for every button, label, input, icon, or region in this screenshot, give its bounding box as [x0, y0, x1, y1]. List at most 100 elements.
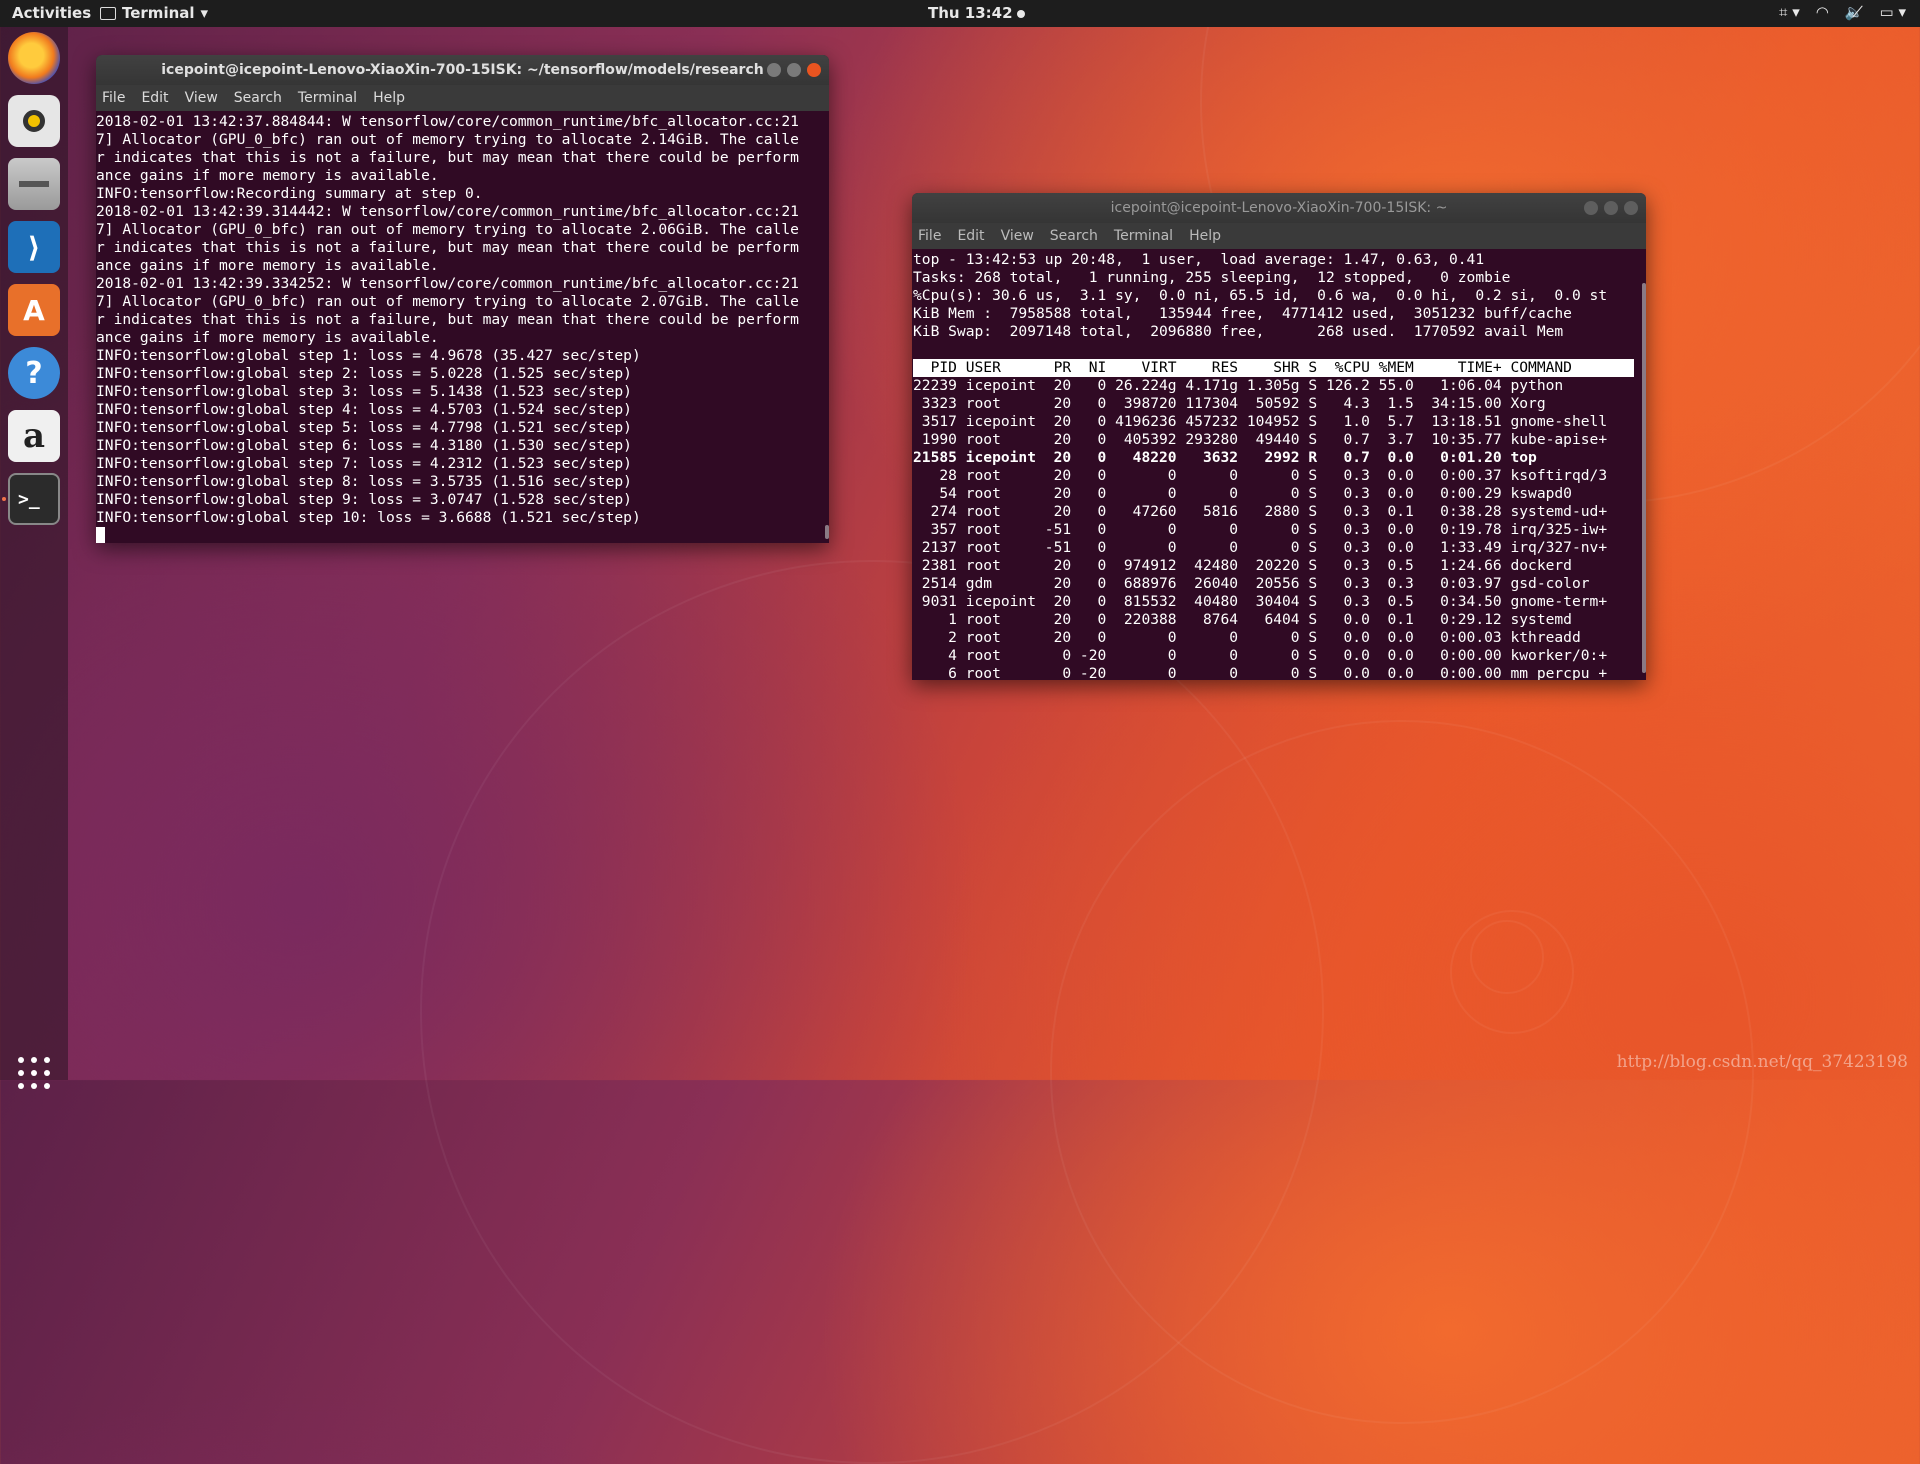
- terminal-line: 7] Allocator (GPU_0_bfc) ran out of memo…: [96, 293, 799, 310]
- volume-muted-icon[interactable]: 🔈̸: [1845, 3, 1864, 21]
- window-title: icepoint@icepoint-Lenovo-XiaoXin-700-15I…: [1110, 200, 1448, 216]
- process-row: 9031 icepoint 20 0 815532 40480 30404 S …: [913, 593, 1608, 610]
- process-row: 1990 root 20 0 405392 293280 49440 S 0.7…: [913, 431, 1608, 448]
- software-center-icon[interactable]: A: [8, 284, 60, 336]
- battery-icon[interactable]: ▭ ▾: [1880, 3, 1906, 21]
- vscode-icon[interactable]: ⟩: [8, 221, 60, 273]
- terminal-icon[interactable]: >_: [8, 473, 60, 525]
- window-title: icepoint@icepoint-Lenovo-XiaoXin-700-15I…: [161, 62, 764, 78]
- notification-dot-icon: [1016, 9, 1025, 18]
- scrollbar[interactable]: [1642, 283, 1646, 673]
- rhythmbox-icon[interactable]: [8, 95, 60, 147]
- menu-help[interactable]: Help: [373, 90, 405, 106]
- window-titlebar[interactable]: icepoint@icepoint-Lenovo-XiaoXin-700-15I…: [96, 55, 829, 85]
- terminal-output[interactable]: 2018-02-01 13:42:37.884844: W tensorflow…: [96, 111, 829, 543]
- terminal-line: 2018-02-01 13:42:39.314442: W tensorflow…: [96, 203, 799, 220]
- terminal-line: ance gains if more memory is available.: [96, 329, 439, 346]
- process-table-header: PID USER PR NI VIRT RES SHR S %CPU %MEM …: [913, 359, 1634, 377]
- terminal-line: ance gains if more memory is available.: [96, 167, 439, 184]
- minimize-icon[interactable]: [767, 63, 781, 77]
- process-row: 274 root 20 0 47260 5816 2880 S 0.3 0.1 …: [913, 503, 1608, 520]
- firefox-icon[interactable]: [8, 32, 60, 84]
- top-summary-line: %Cpu(s): 30.6 us, 3.1 sy, 0.0 ni, 65.5 i…: [913, 287, 1608, 304]
- show-applications-icon[interactable]: [18, 1057, 50, 1089]
- terminal-line: 2018-02-01 13:42:37.884844: W tensorflow…: [96, 113, 799, 130]
- files-icon[interactable]: [8, 158, 60, 210]
- top-summary-line: KiB Mem : 7958588 total, 135944 free, 47…: [913, 305, 1572, 322]
- process-row: 1 root 20 0 220388 8764 6404 S 0.0 0.1 0…: [913, 611, 1572, 628]
- maximize-icon[interactable]: [787, 63, 801, 77]
- app-menu-label: Terminal: [122, 4, 195, 22]
- process-row: 3323 root 20 0 398720 117304 50592 S 4.3…: [913, 395, 1546, 412]
- process-row: 3517 icepoint 20 0 4196236 457232 104952…: [913, 413, 1608, 430]
- speaker-glyph: [23, 110, 45, 132]
- terminal-line: INFO:tensorflow:Recording summary at ste…: [96, 185, 483, 202]
- terminal-line: INFO:tensorflow:global step 5: loss = 4.…: [96, 419, 632, 436]
- system-tray[interactable]: ⌗ ▾ ◠ 🔈̸ ▭ ▾: [1779, 3, 1906, 21]
- menu-terminal[interactable]: Terminal: [298, 90, 357, 106]
- top-bar: Activities Terminal ▾ Thu 13:42 ⌗ ▾ ◠ 🔈̸…: [0, 0, 1920, 27]
- dock: ⟩ A ? a >_: [0, 27, 68, 1089]
- close-icon[interactable]: [807, 63, 821, 77]
- window-titlebar[interactable]: icepoint@icepoint-Lenovo-XiaoXin-700-15I…: [912, 193, 1646, 223]
- top-summary-line: Tasks: 268 total, 1 running, 255 sleepin…: [913, 269, 1511, 286]
- text-cursor: [96, 527, 105, 543]
- clock-button[interactable]: Thu 13:42: [928, 4, 1025, 22]
- terminal-line: ance gains if more memory is available.: [96, 257, 439, 274]
- menu-edit[interactable]: Edit: [141, 90, 168, 106]
- terminal-line: INFO:tensorflow:global step 9: loss = 3.…: [96, 491, 632, 508]
- window-controls: [767, 63, 821, 77]
- terminal-line: INFO:tensorflow:global step 6: loss = 4.…: [96, 437, 632, 454]
- clock-label: Thu 13:42: [928, 4, 1013, 22]
- running-indicator: [2, 497, 6, 501]
- menu-file[interactable]: File: [102, 90, 125, 106]
- terminal-line: INFO:tensorflow:global step 8: loss = 3.…: [96, 473, 632, 490]
- terminal-line: r indicates that this is not a failure, …: [96, 239, 799, 256]
- process-row: 28 root 20 0 0 0 0 S 0.3 0.0 0:00.37 kso…: [913, 467, 1608, 484]
- window-controls: [1584, 201, 1638, 215]
- top-summary-line: top - 13:42:53 up 20:48, 1 user, load av…: [913, 251, 1485, 268]
- process-row: 2381 root 20 0 974912 42480 20220 S 0.3 …: [913, 557, 1572, 574]
- menu-help[interactable]: Help: [1189, 228, 1221, 244]
- menu-bar: File Edit View Search Terminal Help: [912, 223, 1646, 249]
- terminal-window-top[interactable]: icepoint@icepoint-Lenovo-XiaoXin-700-15I…: [912, 193, 1646, 680]
- process-row: 4 root 0 -20 0 0 0 S 0.0 0.0 0:00.00 kwo…: [913, 647, 1608, 664]
- minimize-icon[interactable]: [1584, 201, 1598, 215]
- menu-search[interactable]: Search: [1050, 228, 1098, 244]
- prompt-line[interactable]: [96, 527, 829, 543]
- menu-view[interactable]: View: [185, 90, 218, 106]
- drawer-glyph: [19, 181, 49, 187]
- terminal-line: INFO:tensorflow:global step 7: loss = 4.…: [96, 455, 632, 472]
- terminal-line: INFO:tensorflow:global step 1: loss = 4.…: [96, 347, 641, 364]
- close-icon[interactable]: [1624, 201, 1638, 215]
- terminal-line: INFO:tensorflow:global step 2: loss = 5.…: [96, 365, 632, 382]
- menu-bar: File Edit View Search Terminal Help: [96, 85, 829, 111]
- process-row: 357 root -51 0 0 0 0 S 0.3 0.0 0:19.78 i…: [913, 521, 1608, 538]
- menu-file[interactable]: File: [918, 228, 941, 244]
- menu-edit[interactable]: Edit: [957, 228, 984, 244]
- top-output[interactable]: top - 13:42:53 up 20:48, 1 user, load av…: [912, 249, 1646, 680]
- wallpaper-circle: [1050, 720, 1754, 1424]
- maximize-icon[interactable]: [1604, 201, 1618, 215]
- help-icon[interactable]: ?: [8, 347, 60, 399]
- terminal-line: 7] Allocator (GPU_0_bfc) ran out of memo…: [96, 221, 799, 238]
- process-row: 6 root 0 -20 0 0 0 S 0.0 0.0 0:00.00 mm_…: [913, 665, 1608, 680]
- amazon-icon[interactable]: a: [8, 410, 60, 462]
- menu-terminal[interactable]: Terminal: [1114, 228, 1173, 244]
- terminal-line: INFO:tensorflow:global step 3: loss = 5.…: [96, 383, 632, 400]
- top-summary-line: KiB Swap: 2097148 total, 2096880 free, 2…: [913, 323, 1564, 340]
- menu-search[interactable]: Search: [234, 90, 282, 106]
- watermark: http://blog.csdn.net/qq_37423198: [1616, 1052, 1908, 1072]
- activities-button[interactable]: Activities: [12, 4, 91, 22]
- terminal-line: r indicates that this is not a failure, …: [96, 149, 799, 166]
- process-row: 2514 gdm 20 0 688976 26040 20556 S 0.3 0…: [913, 575, 1590, 592]
- process-row: 21585 icepoint 20 0 48220 3632 2992 R 0.…: [913, 449, 1537, 466]
- terminal-small-icon: [100, 6, 116, 20]
- input-method-icon[interactable]: ⌗ ▾: [1779, 3, 1800, 21]
- terminal-window-training[interactable]: icepoint@icepoint-Lenovo-XiaoXin-700-15I…: [96, 55, 829, 543]
- top-summary-line: [913, 341, 1646, 359]
- scrollbar[interactable]: [825, 525, 829, 539]
- app-menu-button[interactable]: Terminal ▾: [100, 4, 208, 22]
- menu-view[interactable]: View: [1001, 228, 1034, 244]
- wifi-icon[interactable]: ◠: [1816, 3, 1829, 21]
